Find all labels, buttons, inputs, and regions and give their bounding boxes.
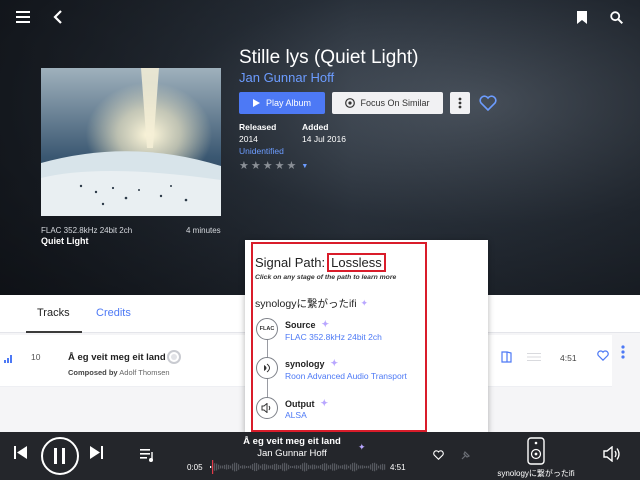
identification-status-link[interactable]: Unidentified [239, 146, 284, 156]
album-title: Stille lys (Quiet Light) [239, 47, 419, 68]
pause-icon [54, 448, 65, 464]
book-icon[interactable] [501, 351, 512, 363]
composer-link[interactable]: Adolf Thomsen [119, 368, 169, 377]
flac-icon[interactable]: FLAC [256, 318, 278, 340]
signal-path-label: Signal Path: [255, 255, 326, 270]
loading-spinner-icon [167, 350, 181, 364]
signal-path-title: Signal Path: Lossless [255, 253, 386, 272]
album-art[interactable] [41, 68, 221, 216]
more-vertical-icon [458, 97, 462, 109]
album-artist-link[interactable]: Jan Gunnar Hoff [239, 70, 334, 85]
star-icon: ★ [239, 160, 249, 172]
synology-stage-detail[interactable]: Roon Advanced Audio Transport [285, 371, 407, 381]
track-format: FLAC 352.8kHz 24bit 2ch [41, 226, 133, 235]
zone-name-label[interactable]: synologyに繋がったifi [492, 468, 580, 479]
more-vertical-icon[interactable] [621, 345, 625, 359]
equalizer-icon [527, 353, 541, 361]
queue-icon[interactable] [140, 448, 156, 462]
track-name: Quiet Light [41, 236, 89, 246]
output-stage-detail[interactable]: ALSA [285, 410, 307, 420]
track-duration-cell: 4:51 [560, 353, 577, 363]
volume-icon[interactable] [603, 446, 621, 462]
track-composer-line: Composed by Adolf Thomsen [68, 368, 170, 377]
chevron-down-icon[interactable]: ▼ [301, 161, 308, 172]
track-duration: 4 minutes [186, 226, 221, 235]
play-album-label: Play Album [265, 98, 312, 108]
speaker-zone-icon[interactable] [527, 437, 545, 465]
focus-on-similar-label: Focus On Similar [360, 98, 430, 108]
source-stage-label: Source [285, 319, 316, 330]
arrow-left-icon[interactable] [46, 5, 70, 29]
tab-credits[interactable]: Credits [96, 307, 131, 319]
play-icon [252, 99, 260, 107]
heart-icon[interactable] [477, 92, 499, 114]
active-tab-indicator [26, 331, 82, 333]
radio-pin-icon[interactable] [460, 450, 471, 461]
heart-icon[interactable] [597, 350, 609, 361]
released-label: Released [239, 122, 277, 132]
star-icon: ★ [262, 160, 273, 172]
star-icon: ★ [274, 160, 285, 172]
track-title[interactable]: Å eg veit meg eit land [68, 352, 166, 363]
pause-button[interactable] [41, 437, 79, 475]
synology-stage-label: synology [285, 358, 325, 369]
tab-tracks[interactable]: Tracks [37, 307, 70, 319]
signal-path-icon[interactable]: ✦ [358, 442, 366, 453]
album-more-button[interactable] [450, 92, 470, 114]
total-time: 4:51 [390, 463, 406, 472]
playhead[interactable] [212, 460, 214, 474]
zone-name: synologyに繋がったifi [255, 298, 357, 310]
signal-path-zone: synologyに繋がったifi ✦ [255, 296, 368, 311]
added-label: Added [302, 122, 329, 132]
hamburger-icon[interactable] [11, 5, 35, 29]
added-value: 14 Jul 2016 [302, 134, 346, 144]
signal-quality-badge: Lossless [327, 253, 386, 272]
play-album-button[interactable]: Play Album [239, 92, 325, 114]
sparkle-icon: ✦ [320, 398, 329, 408]
focus-icon [345, 98, 356, 108]
sparkle-icon: ✦ [360, 298, 369, 308]
speaker-cone-icon[interactable] [256, 357, 278, 379]
skip-previous-icon[interactable] [14, 446, 27, 459]
flac-icon-label: FLAC [259, 326, 275, 332]
heart-icon[interactable] [433, 450, 444, 460]
player-bar: Å eg veit meg eit land Jan Gunnar Hoff ✦… [0, 432, 640, 480]
output-stage[interactable]: Output ✦ [285, 398, 328, 409]
signal-path-popup: Signal Path: Lossless Click on any stage … [245, 240, 488, 435]
synology-stage[interactable]: synology ✦ [285, 358, 338, 369]
star-icon: ★ [250, 160, 261, 172]
now-playing-title[interactable]: Å eg veit meg eit land [200, 436, 384, 447]
now-playing-artist[interactable]: Jan Gunnar Hoff [200, 448, 384, 459]
bookmark-icon[interactable] [570, 5, 594, 29]
search-icon[interactable] [604, 5, 628, 29]
released-value: 2014 [239, 134, 258, 144]
focus-on-similar-button[interactable]: Focus On Similar [332, 92, 443, 114]
signal-path-hint: Click on any stage of the path to learn … [255, 274, 397, 281]
star-icon: ★ [286, 160, 297, 172]
track-number: 10 [31, 352, 41, 362]
elapsed-time: 0:05 [187, 463, 203, 472]
sparkle-icon: ✦ [330, 358, 339, 368]
skip-next-icon[interactable] [90, 446, 103, 459]
output-stage-label: Output [285, 398, 315, 409]
composed-by-label: Composed by [68, 368, 118, 377]
sparkle-icon: ✦ [321, 319, 330, 329]
playing-bars-icon [4, 355, 12, 363]
speaker-volume-icon[interactable] [256, 397, 278, 419]
source-stage[interactable]: Source ✦ [285, 319, 329, 330]
rating-stars[interactable]: ★ ★ ★ ★ ★ ▼ [239, 161, 308, 172]
waveform-seekbar[interactable] [210, 460, 386, 474]
source-stage-detail[interactable]: FLAC 352.8kHz 24bit 2ch [285, 332, 382, 342]
